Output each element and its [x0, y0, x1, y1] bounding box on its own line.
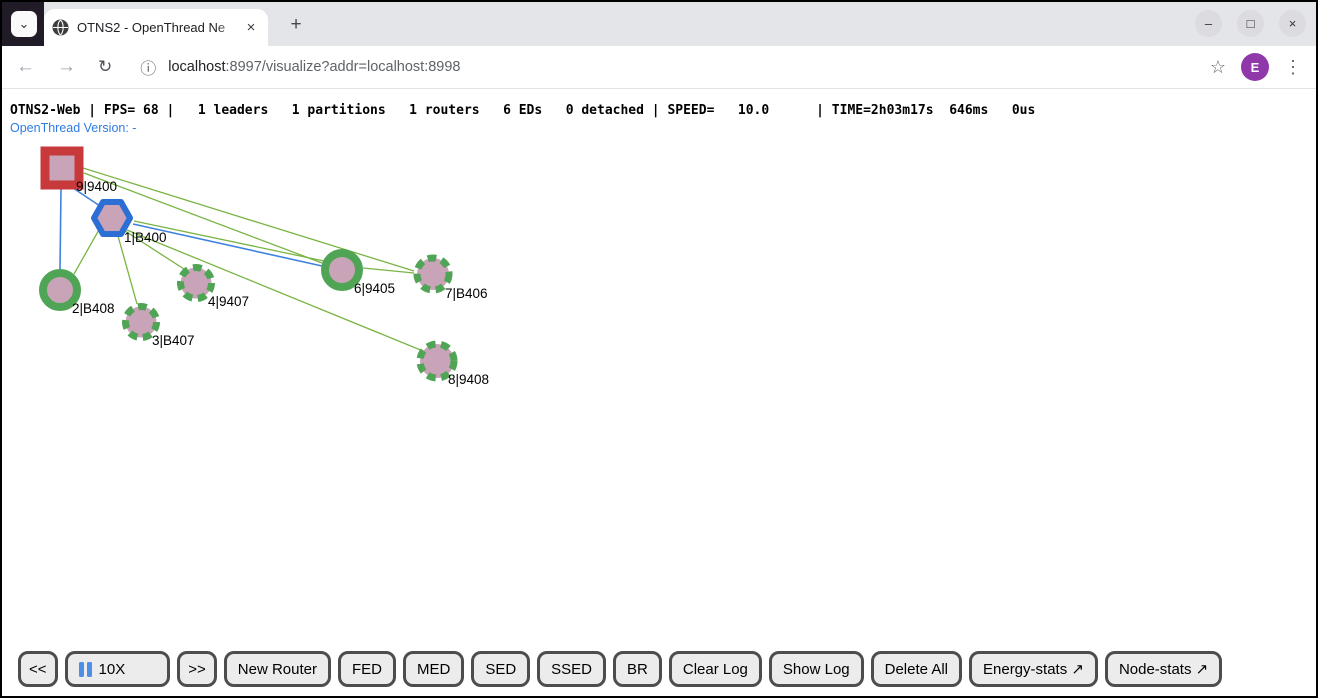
- status-line: OTNS2-Web | FPS= 68 | 1 leaders 1 partit…: [10, 103, 1035, 118]
- show-log-button[interactable]: Show Log: [769, 651, 864, 687]
- bookmark-star-icon[interactable]: ☆: [1210, 57, 1226, 78]
- node-label: 1|B400: [124, 230, 167, 245]
- add-ssed-button[interactable]: SSED: [537, 651, 606, 687]
- child-link: [74, 228, 100, 274]
- button-label: 10X: [99, 661, 126, 678]
- node-stats-button[interactable]: Node-stats ↗: [1105, 651, 1222, 687]
- node-9[interactable]: [45, 151, 79, 185]
- minimize-button[interactable]: –: [1195, 10, 1222, 37]
- button-label: <<: [29, 661, 47, 678]
- site-info-icon[interactable]: ⓘ: [140, 55, 156, 79]
- button-label: MED: [417, 661, 450, 678]
- button-label: SED: [485, 661, 516, 678]
- pause-icon: [87, 662, 92, 677]
- profile-avatar[interactable]: E: [1241, 53, 1269, 81]
- button-label: Energy-stats ↗: [983, 660, 1084, 678]
- chevron-down-icon: ⌄: [19, 16, 30, 32]
- node-label: 7|B406: [445, 286, 488, 301]
- url-host: localhost: [168, 59, 225, 75]
- node-label: 3|B407: [152, 333, 195, 348]
- network-canvas: 9|9400 1|B400 2|B408 3|B407 4|9407 6|9405 7|B4…: [2, 89, 1316, 696]
- button-label: BR: [627, 661, 648, 678]
- new-tab-button[interactable]: +: [284, 13, 308, 37]
- node-4[interactable]: [181, 268, 212, 299]
- button-label: New Router: [238, 661, 317, 678]
- sim-toolbar: << 10X >> New Router FED MED SED SSED BR Clear Lo…: [18, 651, 1222, 687]
- node-label: 9|9400: [76, 179, 117, 194]
- button-label: Delete All: [885, 661, 948, 678]
- browser-window: ⌄ OTNS2 - OpenThread Ne × + – □ × ← → ↻ …: [0, 0, 1318, 698]
- new-router-button[interactable]: New Router: [224, 651, 331, 687]
- node-label: 4|9407: [208, 294, 249, 309]
- button-label: Show Log: [783, 661, 850, 678]
- window-controls: – □ ×: [1195, 10, 1306, 37]
- button-label: FED: [352, 661, 382, 678]
- pause-icon: [79, 662, 84, 677]
- speed-pause-button[interactable]: 10X: [65, 651, 171, 687]
- tab-strip: ⌄ OTNS2 - OpenThread Ne × + – □ ×: [2, 2, 1316, 46]
- forward-button[interactable]: →: [57, 56, 76, 78]
- button-label: Clear Log: [683, 661, 748, 678]
- back-button[interactable]: ←: [16, 56, 35, 78]
- button-label: Node-stats ↗: [1119, 660, 1208, 678]
- add-br-button[interactable]: BR: [613, 651, 662, 687]
- tab-close-icon[interactable]: ×: [242, 19, 260, 37]
- node-label: 8|9408: [448, 372, 489, 387]
- tab-search-button[interactable]: ⌄: [11, 11, 37, 37]
- delete-all-button[interactable]: Delete All: [871, 651, 962, 687]
- reload-button[interactable]: ↻: [98, 57, 112, 77]
- router-link: [60, 189, 61, 270]
- node-label: 2|B408: [72, 301, 115, 316]
- add-sed-button[interactable]: SED: [471, 651, 530, 687]
- maximize-button[interactable]: □: [1237, 10, 1264, 37]
- tab-title: OTNS2 - OpenThread Ne: [77, 20, 242, 35]
- openthread-version-link[interactable]: OpenThread Version: -: [10, 121, 136, 135]
- speed-down-button[interactable]: <<: [18, 651, 58, 687]
- energy-stats-button[interactable]: Energy-stats ↗: [969, 651, 1098, 687]
- button-label: SSED: [551, 661, 592, 678]
- add-fed-button[interactable]: FED: [338, 651, 396, 687]
- speed-up-button[interactable]: >>: [177, 651, 217, 687]
- clear-log-button[interactable]: Clear Log: [669, 651, 762, 687]
- child-link: [83, 168, 414, 271]
- otns-page: 9|9400 1|B400 2|B408 3|B407 4|9407 6|9405 7|B4…: [2, 89, 1316, 696]
- url-path: :8997/visualize?addr=localhost:8998: [226, 59, 461, 75]
- add-med-button[interactable]: MED: [403, 651, 464, 687]
- close-button[interactable]: ×: [1279, 10, 1306, 37]
- tab-active[interactable]: OTNS2 - OpenThread Ne ×: [44, 9, 268, 46]
- url-bar[interactable]: localhost:8997/visualize?addr=localhost:…: [168, 59, 460, 75]
- child-link: [118, 236, 137, 304]
- node-label: 6|9405: [354, 281, 395, 296]
- globe-favicon-icon: [52, 19, 69, 36]
- button-label: >>: [188, 661, 206, 678]
- browser-toolbar: ← → ↻ ⓘ localhost:8997/visualize?addr=lo…: [2, 46, 1316, 89]
- menu-dots-icon[interactable]: ⋮: [1284, 57, 1302, 78]
